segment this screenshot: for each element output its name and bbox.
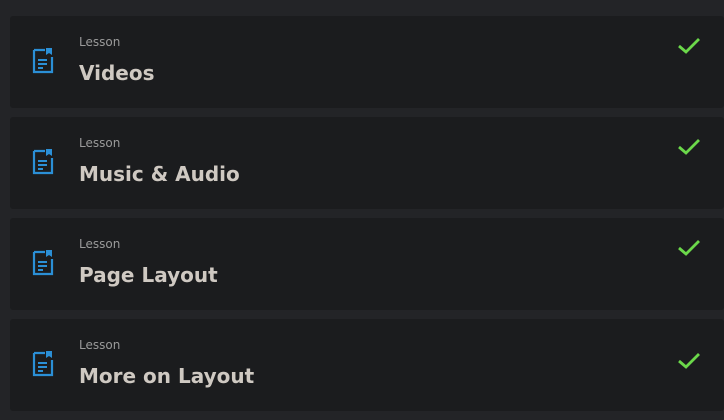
checkmark-icon [678, 139, 700, 155]
lesson-card-more-on-layout[interactable]: Lesson More on Layout [10, 319, 724, 411]
lesson-kind-label: Lesson [79, 136, 121, 150]
checkmark-icon [678, 240, 700, 256]
lesson-kind-label: Lesson [79, 35, 121, 49]
checkmark-icon [678, 38, 700, 54]
lesson-card-videos[interactable]: Lesson Videos [10, 16, 724, 108]
lesson-kind-label: Lesson [79, 237, 121, 251]
lesson-kind-label: Lesson [79, 338, 121, 352]
lesson-card-music-audio[interactable]: Lesson Music & Audio [10, 117, 724, 209]
checkmark-icon [678, 353, 700, 369]
lesson-title[interactable]: Videos [79, 60, 155, 86]
lesson-title[interactable]: More on Layout [79, 363, 254, 389]
document-bookmark-icon [32, 149, 54, 175]
lesson-list: Lesson Videos Lesson Music & Audio Lesso… [10, 16, 724, 420]
lesson-title[interactable]: Page Layout [79, 262, 218, 288]
document-bookmark-icon [32, 351, 54, 377]
document-bookmark-icon [32, 48, 54, 74]
lesson-title[interactable]: Music & Audio [79, 161, 240, 187]
document-bookmark-icon [32, 250, 54, 276]
lesson-card-page-layout[interactable]: Lesson Page Layout [10, 218, 724, 310]
